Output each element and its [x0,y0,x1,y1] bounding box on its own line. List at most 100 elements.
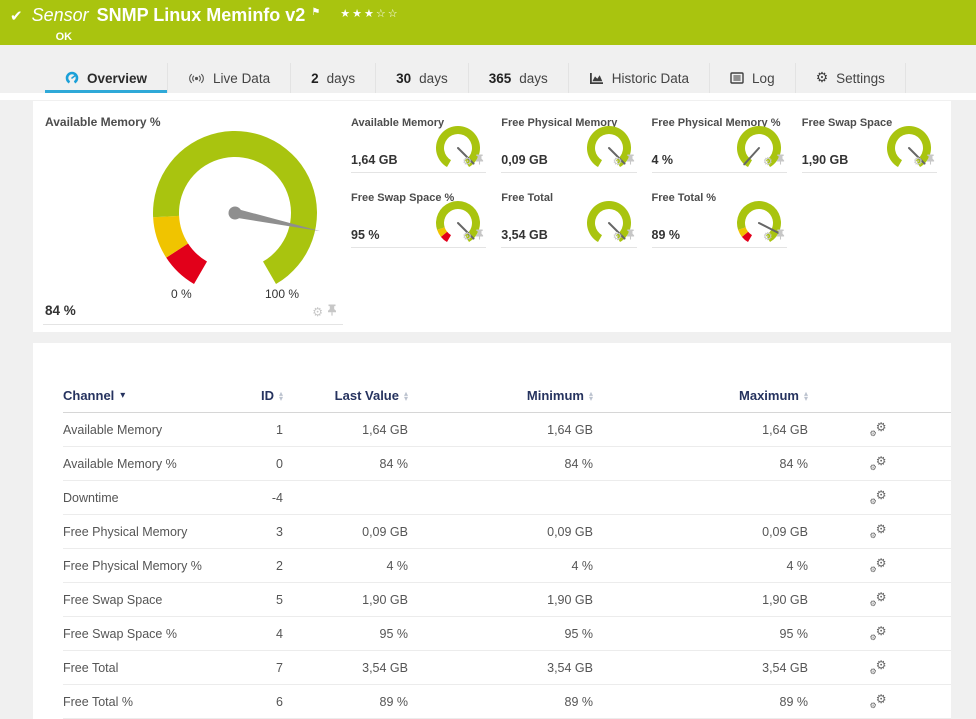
tab-live-data[interactable]: Live Data [168,63,292,93]
gear-icon[interactable]: ⚙ [462,231,472,242]
pin-icon[interactable] [776,227,785,245]
table-row[interactable]: Free Total 7 3,54 GB 3,54 GB 3,54 GB ⚙ ⚙ [63,651,951,685]
table-row[interactable]: Free Swap Space 5 1,90 GB 1,90 GB 1,90 G… [63,583,951,617]
channel-table: Channel ▾ ID ▴ ▾ Last Value ▴ ▾ Minimum ▴ ▾ Max… [33,343,951,719]
primary-gauge-cell: Available Memory % 0 % 100 % 84 % ⚙ [43,101,343,325]
priority-stars[interactable]: ★★★☆☆ [340,3,399,25]
channel-id: 2 [276,558,283,573]
small-gauge-cell: Free Physical Memory 0,09 GB ⚙ [501,115,637,173]
channel-id: 5 [276,592,283,607]
small-gauge-cell: Free Swap Space % 95 % ⚙ [351,190,487,248]
column-header-minimum[interactable]: Minimum ▴ ▾ [408,388,593,403]
pin-icon[interactable] [926,152,935,170]
tab-30-days[interactable]: 30 days [376,63,469,93]
channel-settings-icon[interactable]: ⚙ ⚙ [870,692,887,710]
table-row[interactable]: Free Physical Memory % 2 4 % 4 % 4 % ⚙ ⚙ [63,549,951,583]
column-header-maximum[interactable]: Maximum ▴ ▾ [593,388,808,403]
flag-icon: ⚑ [311,7,321,18]
gear-icon[interactable]: ⚙ [613,231,623,242]
small-gauge-cell: Free Swap Space 1,90 GB ⚙ [801,115,937,173]
pin-icon[interactable] [475,152,484,170]
tab-log[interactable]: Log [710,63,796,93]
minimum-value: 4 % [571,558,593,573]
tab-2-days[interactable]: 2 days [291,63,377,93]
column-header-id[interactable]: ID ▴ ▾ [258,388,283,403]
pin-icon[interactable] [626,152,635,170]
channel-settings-icon[interactable]: ⚙ ⚙ [870,420,887,438]
channel-settings-icon[interactable]: ⚙ ⚙ [870,522,887,540]
minimum-value: 84 % [564,456,594,471]
tab-label: Log [752,70,775,86]
tab-label: Settings [836,70,885,86]
pin-icon[interactable] [626,227,635,245]
pin-icon[interactable] [475,227,484,245]
channel-id: 3 [276,524,283,539]
tab-365-days[interactable]: 365 days [469,63,569,93]
tab-historic-data[interactable]: Historic Data [569,63,711,93]
channel-name: Available Memory % [63,456,177,471]
pin-icon[interactable] [776,152,785,170]
gauge-value: 4 % [651,153,674,167]
last-value: 1,90 GB [362,592,408,607]
gear-icon[interactable]: ⚙ [763,231,773,242]
gauge-value: 1,90 GB [801,153,849,167]
channel-settings-icon[interactable]: ⚙ ⚙ [870,658,887,676]
tab-label: days [519,70,548,86]
tab-settings[interactable]: ⚙ Settings [796,63,906,93]
channel-settings-icon[interactable]: ⚙ ⚙ [870,488,887,506]
column-header-last-value[interactable]: Last Value ▴ ▾ [283,388,408,403]
channel-settings-icon[interactable]: ⚙ ⚙ [870,454,887,472]
small-gauge-cell: Free Total 3,54 GB ⚙ [501,190,637,248]
table-row[interactable]: Available Memory % 0 84 % 84 % 84 % ⚙ ⚙ [63,447,951,481]
channel-settings-icon[interactable]: ⚙ ⚙ [870,556,887,574]
status-check-icon: ✔ [10,7,23,25]
gear-icon[interactable]: ⚙ [312,306,323,318]
tab-label: Overview [87,70,148,86]
tab-overview[interactable]: Overview [45,63,169,93]
tab-label: Historic Data [611,70,690,86]
primary-gauge [135,117,335,304]
table-row[interactable]: Available Memory 1 1,64 GB 1,64 GB 1,64 … [63,413,951,447]
table-row[interactable]: Free Total % 6 89 % 89 % 89 % ⚙ ⚙ [63,685,951,719]
gear-icon[interactable]: ⚙ [613,156,623,167]
maximum-value: 0,09 GB [762,524,808,539]
table-row[interactable]: Free Swap Space % 4 95 % 95 % 95 % ⚙ ⚙ [63,617,951,651]
last-value: 4 % [386,558,408,573]
chart-icon [589,72,604,85]
gauge-value: 1,64 GB [351,153,398,167]
maximum-value: 84 % [779,456,809,471]
sort-desc-icon: ▾ [120,390,126,401]
channel-settings-icon[interactable]: ⚙ ⚙ [870,624,887,642]
tab-number: 2 [311,70,319,86]
channel-settings-icon[interactable]: ⚙ ⚙ [870,590,887,608]
small-gauge-cell: Free Total % 89 % ⚙ [651,190,787,248]
gear-icon[interactable]: ⚙ [763,156,773,167]
tabbar-divider [0,93,976,100]
gear-icon[interactable]: ⚙ [913,156,923,167]
table-header-row: Channel ▾ ID ▴ ▾ Last Value ▴ ▾ Minimum ▴ ▾ Max… [63,379,951,413]
channel-name: Free Total % [63,694,133,709]
pin-icon[interactable] [327,303,337,321]
minimum-value: 1,64 GB [547,422,593,437]
table-row[interactable]: Downtime -4 ⚙ ⚙ [63,481,951,515]
channel-name: Free Swap Space [63,592,163,607]
tab-label: days [419,70,448,86]
table-row[interactable]: Free Physical Memory 3 0,09 GB 0,09 GB 0… [63,515,951,549]
status-badge: OK [55,31,73,43]
live-broadcast-icon [188,72,205,85]
sort-icon: ▴ ▾ [803,388,808,403]
channel-id: 4 [276,626,283,641]
gauge-value: 3,54 GB [501,228,548,242]
gear-icon[interactable]: ⚙ [462,156,472,167]
maximum-value: 3,54 GB [762,660,808,675]
channel-name: Free Physical Memory % [63,558,202,573]
minimum-value: 1,90 GB [547,592,593,607]
tab-label: days [326,70,356,86]
channel-id: -4 [271,490,283,505]
channel-name: Free Total [63,660,119,675]
last-value: 0,09 GB [362,524,408,539]
channel-id: 0 [276,456,283,471]
tab-number: 365 [488,70,512,86]
minimum-value: 95 % [564,626,594,641]
column-header-channel[interactable]: Channel ▾ [63,388,258,403]
